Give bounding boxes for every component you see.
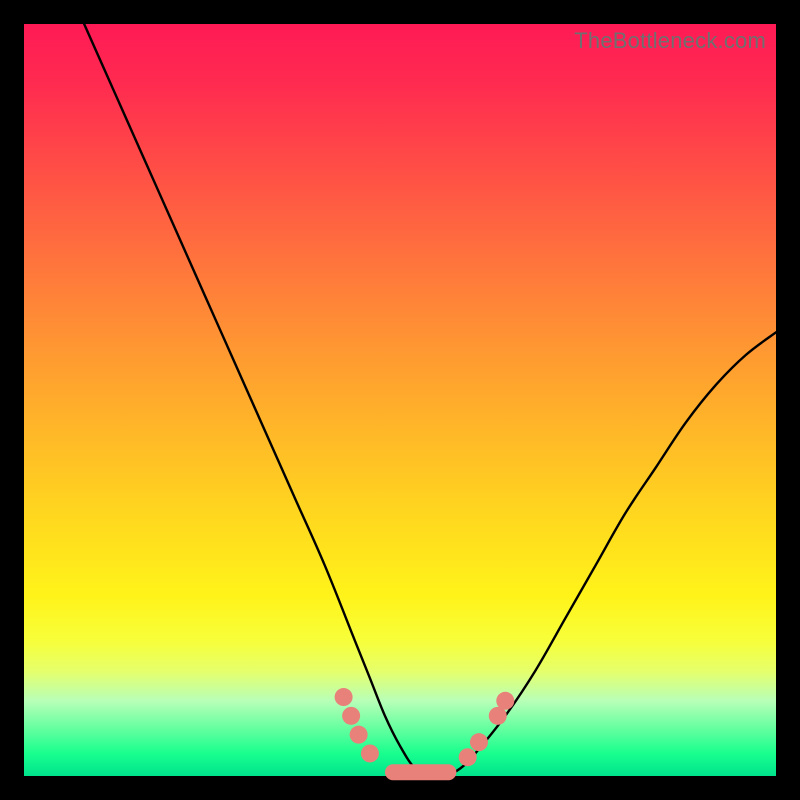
bottleneck-curve xyxy=(84,24,776,777)
marker-dot xyxy=(350,726,368,744)
marker-dot xyxy=(459,748,477,766)
marker-dot xyxy=(496,692,514,710)
marker-dot xyxy=(335,688,353,706)
chart-frame: TheBottleneck.com xyxy=(0,0,800,800)
chart-svg xyxy=(24,24,776,776)
marker-dot xyxy=(361,744,379,762)
plot-area: TheBottleneck.com xyxy=(24,24,776,776)
marker-dot xyxy=(470,733,488,751)
marker-dot xyxy=(342,707,360,725)
marker-group xyxy=(335,688,515,780)
marker-pill xyxy=(385,764,456,780)
